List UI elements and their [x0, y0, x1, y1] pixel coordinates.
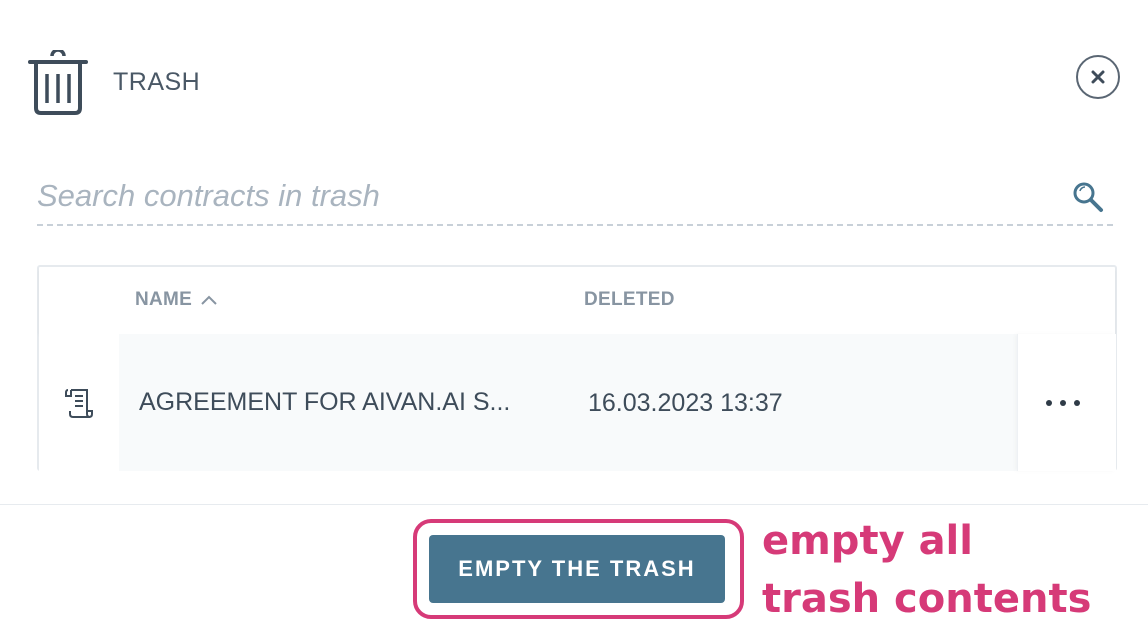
more-options-icon [1046, 400, 1080, 406]
empty-trash-button[interactable]: EMPTY THE TRASH [429, 535, 725, 603]
contract-name: AGREEMENT FOR AIVAN.AI S... [139, 388, 511, 416]
annotation-text: empty all trash contents [762, 512, 1091, 628]
column-label-name: NAME [135, 289, 193, 310]
search-icon[interactable] [1071, 180, 1105, 214]
table-row[interactable]: AGREEMENT FOR AIVAN.AI S... 16.03.2023 1… [39, 334, 1116, 471]
page-title: TRASH [113, 68, 201, 96]
close-icon [1091, 70, 1105, 84]
document-icon [65, 389, 93, 418]
column-header-deleted[interactable]: DELETED [584, 289, 675, 311]
column-header-name[interactable]: NAME [135, 289, 218, 311]
close-button[interactable] [1076, 55, 1120, 99]
search-bar [37, 172, 1113, 226]
row-content[interactable]: AGREEMENT FOR AIVAN.AI S... 16.03.2023 1… [119, 334, 1017, 471]
chevron-up-icon [201, 295, 217, 305]
deleted-date: 16.03.2023 13:37 [588, 389, 783, 417]
more-options-button[interactable] [1017, 334, 1116, 471]
annotation-line-2: trash contents [762, 576, 1092, 622]
footer-divider [0, 504, 1148, 505]
row-icon-cell [39, 334, 119, 471]
trash-icon [28, 48, 88, 116]
search-input[interactable] [37, 172, 1057, 220]
annotation-line-1: empty all [762, 518, 973, 564]
table-header: NAME DELETED [39, 267, 1115, 334]
trash-table: NAME DELETED AGREEMENT FOR AIVAN.AI S...… [37, 265, 1117, 471]
